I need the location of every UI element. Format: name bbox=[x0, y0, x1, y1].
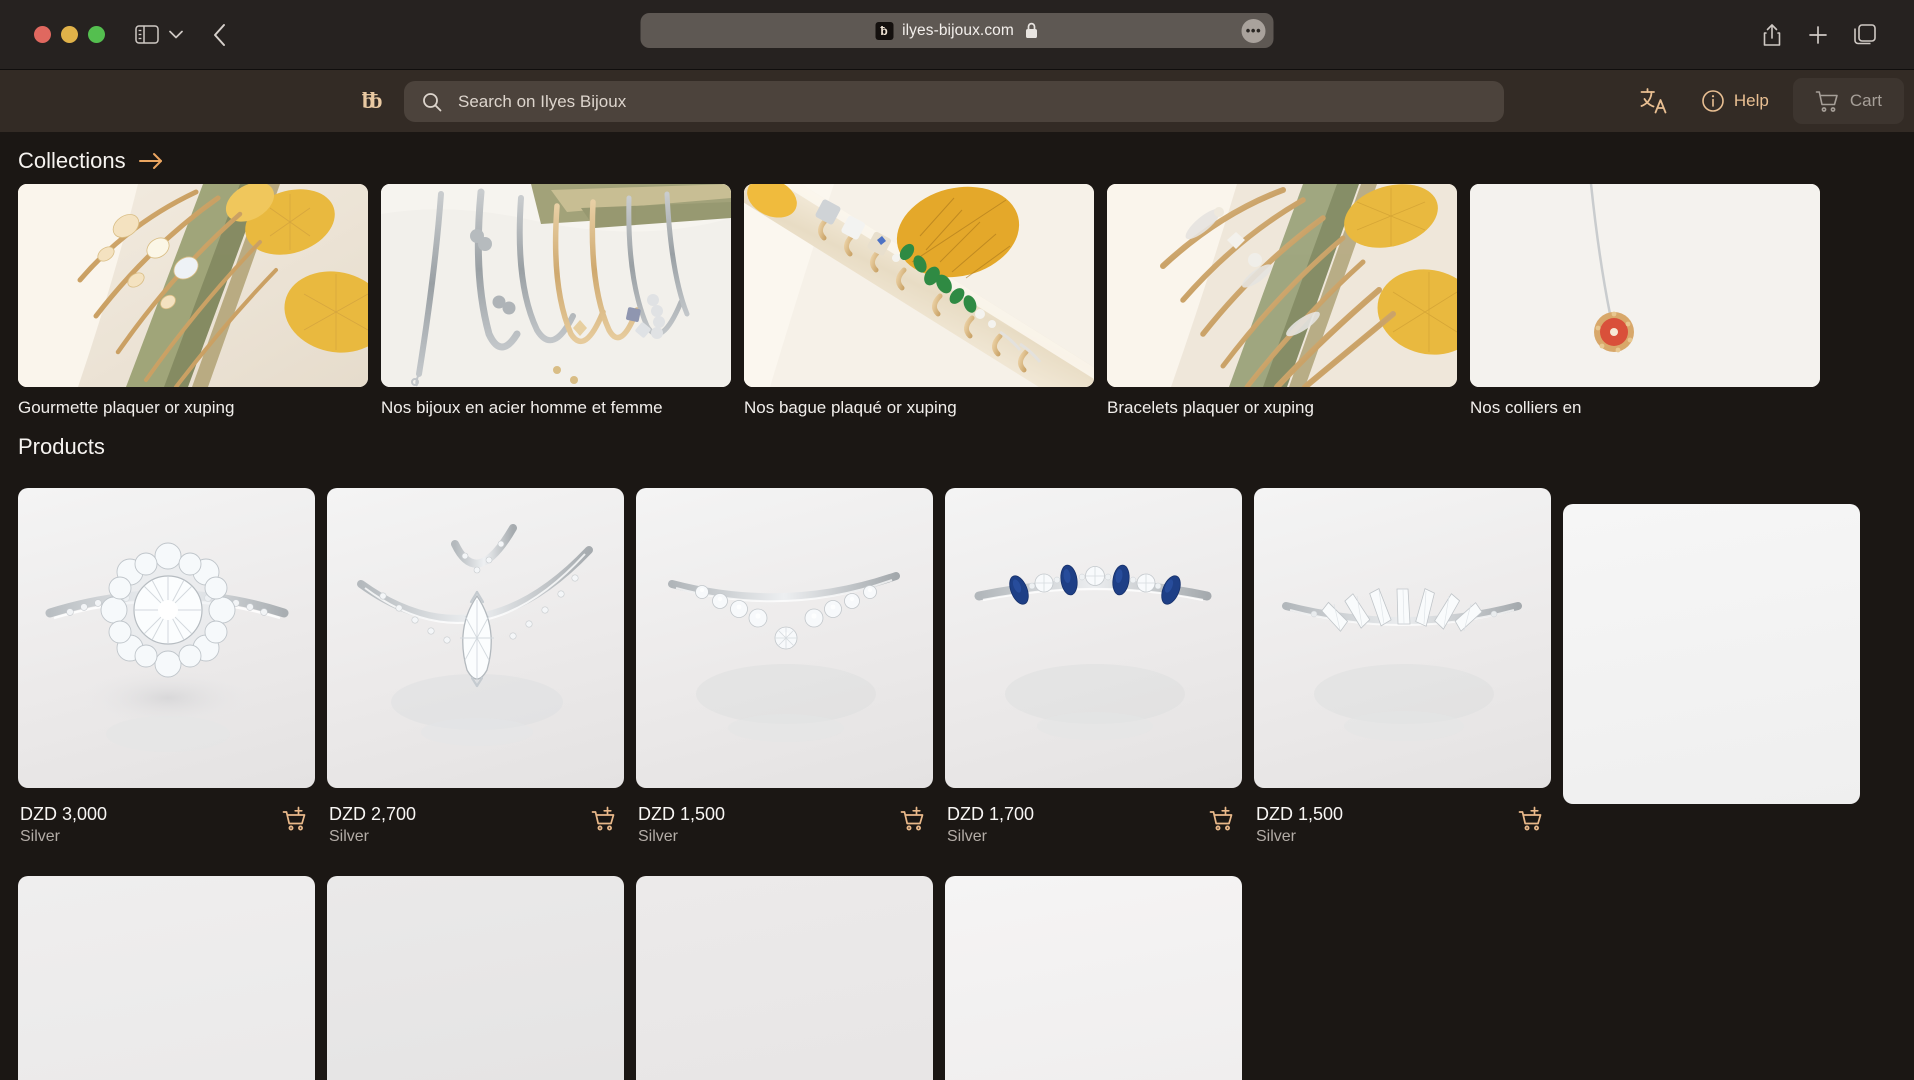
add-to-cart-button[interactable] bbox=[282, 802, 312, 831]
collection-card[interactable]: Gourmette plaquer or xuping bbox=[18, 184, 368, 418]
product-card[interactable] bbox=[636, 875, 933, 1080]
product-thumbnail[interactable] bbox=[945, 875, 1242, 1080]
cart-button[interactable]: Cart bbox=[1792, 78, 1904, 124]
product-price: DZD 1,500 bbox=[1256, 804, 1344, 824]
window-traffic-lights[interactable] bbox=[34, 26, 105, 43]
product-thumbnail[interactable] bbox=[636, 488, 933, 788]
add-to-cart-button[interactable] bbox=[1518, 802, 1548, 831]
collection-card[interactable]: Nos colliers en bbox=[1470, 184, 1820, 418]
page-menu-icon[interactable]: ••• bbox=[1241, 18, 1266, 43]
collections-title: Collections bbox=[18, 148, 126, 173]
back-chevron-icon[interactable] bbox=[213, 23, 227, 47]
search-icon bbox=[422, 92, 442, 112]
product-card[interactable]: DZD 1,500 Silver bbox=[636, 488, 933, 848]
collection-label: Nos colliers en bbox=[1470, 398, 1582, 417]
translate-icon[interactable] bbox=[1621, 87, 1687, 115]
sidebar-icon[interactable] bbox=[135, 25, 159, 44]
product-card[interactable] bbox=[1563, 504, 1860, 848]
product-thumbnail[interactable] bbox=[1254, 488, 1551, 788]
product-card[interactable] bbox=[327, 875, 624, 1080]
product-material: Silver bbox=[20, 828, 61, 846]
collection-label: Bracelets plaquer or xuping bbox=[1107, 398, 1314, 417]
share-icon[interactable] bbox=[1762, 23, 1782, 47]
product-price: DZD 1,700 bbox=[947, 804, 1035, 824]
collection-thumbnail bbox=[1107, 184, 1457, 387]
products-grid: DZD 3,000 Silver DZD 2,700 Silver DZD 1,… bbox=[0, 488, 1914, 1080]
help-label: Help bbox=[1733, 91, 1769, 110]
product-thumbnail[interactable] bbox=[327, 875, 624, 1080]
add-to-cart-button[interactable] bbox=[591, 802, 621, 831]
collection-label: Nos bijoux en acier homme et femme bbox=[381, 398, 663, 417]
collections-arrow-icon[interactable] bbox=[138, 152, 164, 170]
browser-toolbar: ƀ ilyes-bijoux.com ••• bbox=[0, 0, 1914, 70]
collection-card[interactable]: Nos bague plaqué or xuping bbox=[744, 184, 1094, 418]
add-to-cart-button[interactable] bbox=[1209, 802, 1239, 831]
product-thumbnail[interactable] bbox=[18, 488, 315, 788]
product-material: Silver bbox=[947, 828, 988, 846]
cart-icon bbox=[1815, 90, 1839, 113]
site-favicon: ƀ bbox=[875, 21, 894, 40]
page-content: Collections Gourmette plaquer or xuping … bbox=[0, 132, 1914, 1080]
product-material: Silver bbox=[329, 828, 370, 846]
collection-thumbnail bbox=[18, 184, 368, 387]
product-card[interactable]: DZD 2,700 Silver bbox=[327, 488, 624, 848]
collection-thumbnail bbox=[1470, 184, 1820, 387]
search-placeholder: Search on Ilyes Bijoux bbox=[458, 91, 627, 111]
collection-label: Nos bague plaqué or xuping bbox=[744, 398, 957, 417]
cart-label: Cart bbox=[1849, 91, 1882, 110]
collection-thumbnail bbox=[381, 184, 731, 387]
products-title: Products bbox=[18, 434, 105, 459]
collection-card[interactable]: Bracelets plaquer or xuping bbox=[1107, 184, 1457, 418]
chevron-down-icon[interactable] bbox=[165, 30, 187, 39]
product-card[interactable] bbox=[945, 875, 1242, 1080]
product-card[interactable]: DZD 1,700 Silver bbox=[945, 488, 1242, 848]
product-price: DZD 3,000 bbox=[20, 804, 108, 824]
product-thumbnail[interactable] bbox=[945, 488, 1242, 788]
minimize-window-button[interactable] bbox=[61, 26, 78, 43]
product-price: DZD 1,500 bbox=[638, 804, 726, 824]
product-material: Silver bbox=[638, 828, 679, 846]
product-card[interactable]: DZD 1,500 Silver bbox=[1254, 488, 1551, 848]
product-thumbnail[interactable] bbox=[327, 488, 624, 788]
search-input[interactable]: Search on Ilyes Bijoux bbox=[404, 81, 1504, 122]
info-circle-icon bbox=[1701, 89, 1725, 113]
product-card[interactable] bbox=[18, 875, 315, 1080]
product-thumbnail[interactable] bbox=[636, 875, 933, 1080]
plus-icon[interactable] bbox=[1808, 25, 1828, 45]
product-thumbnail[interactable] bbox=[18, 875, 315, 1080]
address-bar[interactable]: ƀ ilyes-bijoux.com ••• bbox=[640, 13, 1274, 48]
help-button[interactable]: Help bbox=[1687, 89, 1783, 113]
brand-logo[interactable]: ƀƀ bbox=[362, 88, 382, 114]
product-price: DZD 2,700 bbox=[329, 804, 417, 824]
lock-icon bbox=[1025, 22, 1039, 39]
add-to-cart-button[interactable] bbox=[900, 802, 930, 831]
collections-section-header: Collections bbox=[0, 132, 1914, 184]
product-thumbnail[interactable] bbox=[1563, 504, 1860, 804]
tabs-icon[interactable] bbox=[1854, 24, 1876, 45]
collections-carousel[interactable]: Gourmette plaquer or xuping Nos bijoux e… bbox=[0, 184, 1914, 418]
close-window-button[interactable] bbox=[34, 26, 51, 43]
site-header: ƀƀ Search on Ilyes Bijoux Help Cart bbox=[0, 70, 1914, 132]
product-card[interactable]: DZD 3,000 Silver bbox=[18, 488, 315, 848]
collection-thumbnail bbox=[744, 184, 1094, 387]
url-text: ilyes-bijoux.com bbox=[902, 21, 1014, 39]
maximize-window-button[interactable] bbox=[88, 26, 105, 43]
products-section-header: Products bbox=[0, 418, 1914, 470]
collection-label: Gourmette plaquer or xuping bbox=[18, 398, 235, 417]
collection-card[interactable]: Nos bijoux en acier homme et femme bbox=[381, 184, 731, 418]
product-material: Silver bbox=[1256, 828, 1297, 846]
